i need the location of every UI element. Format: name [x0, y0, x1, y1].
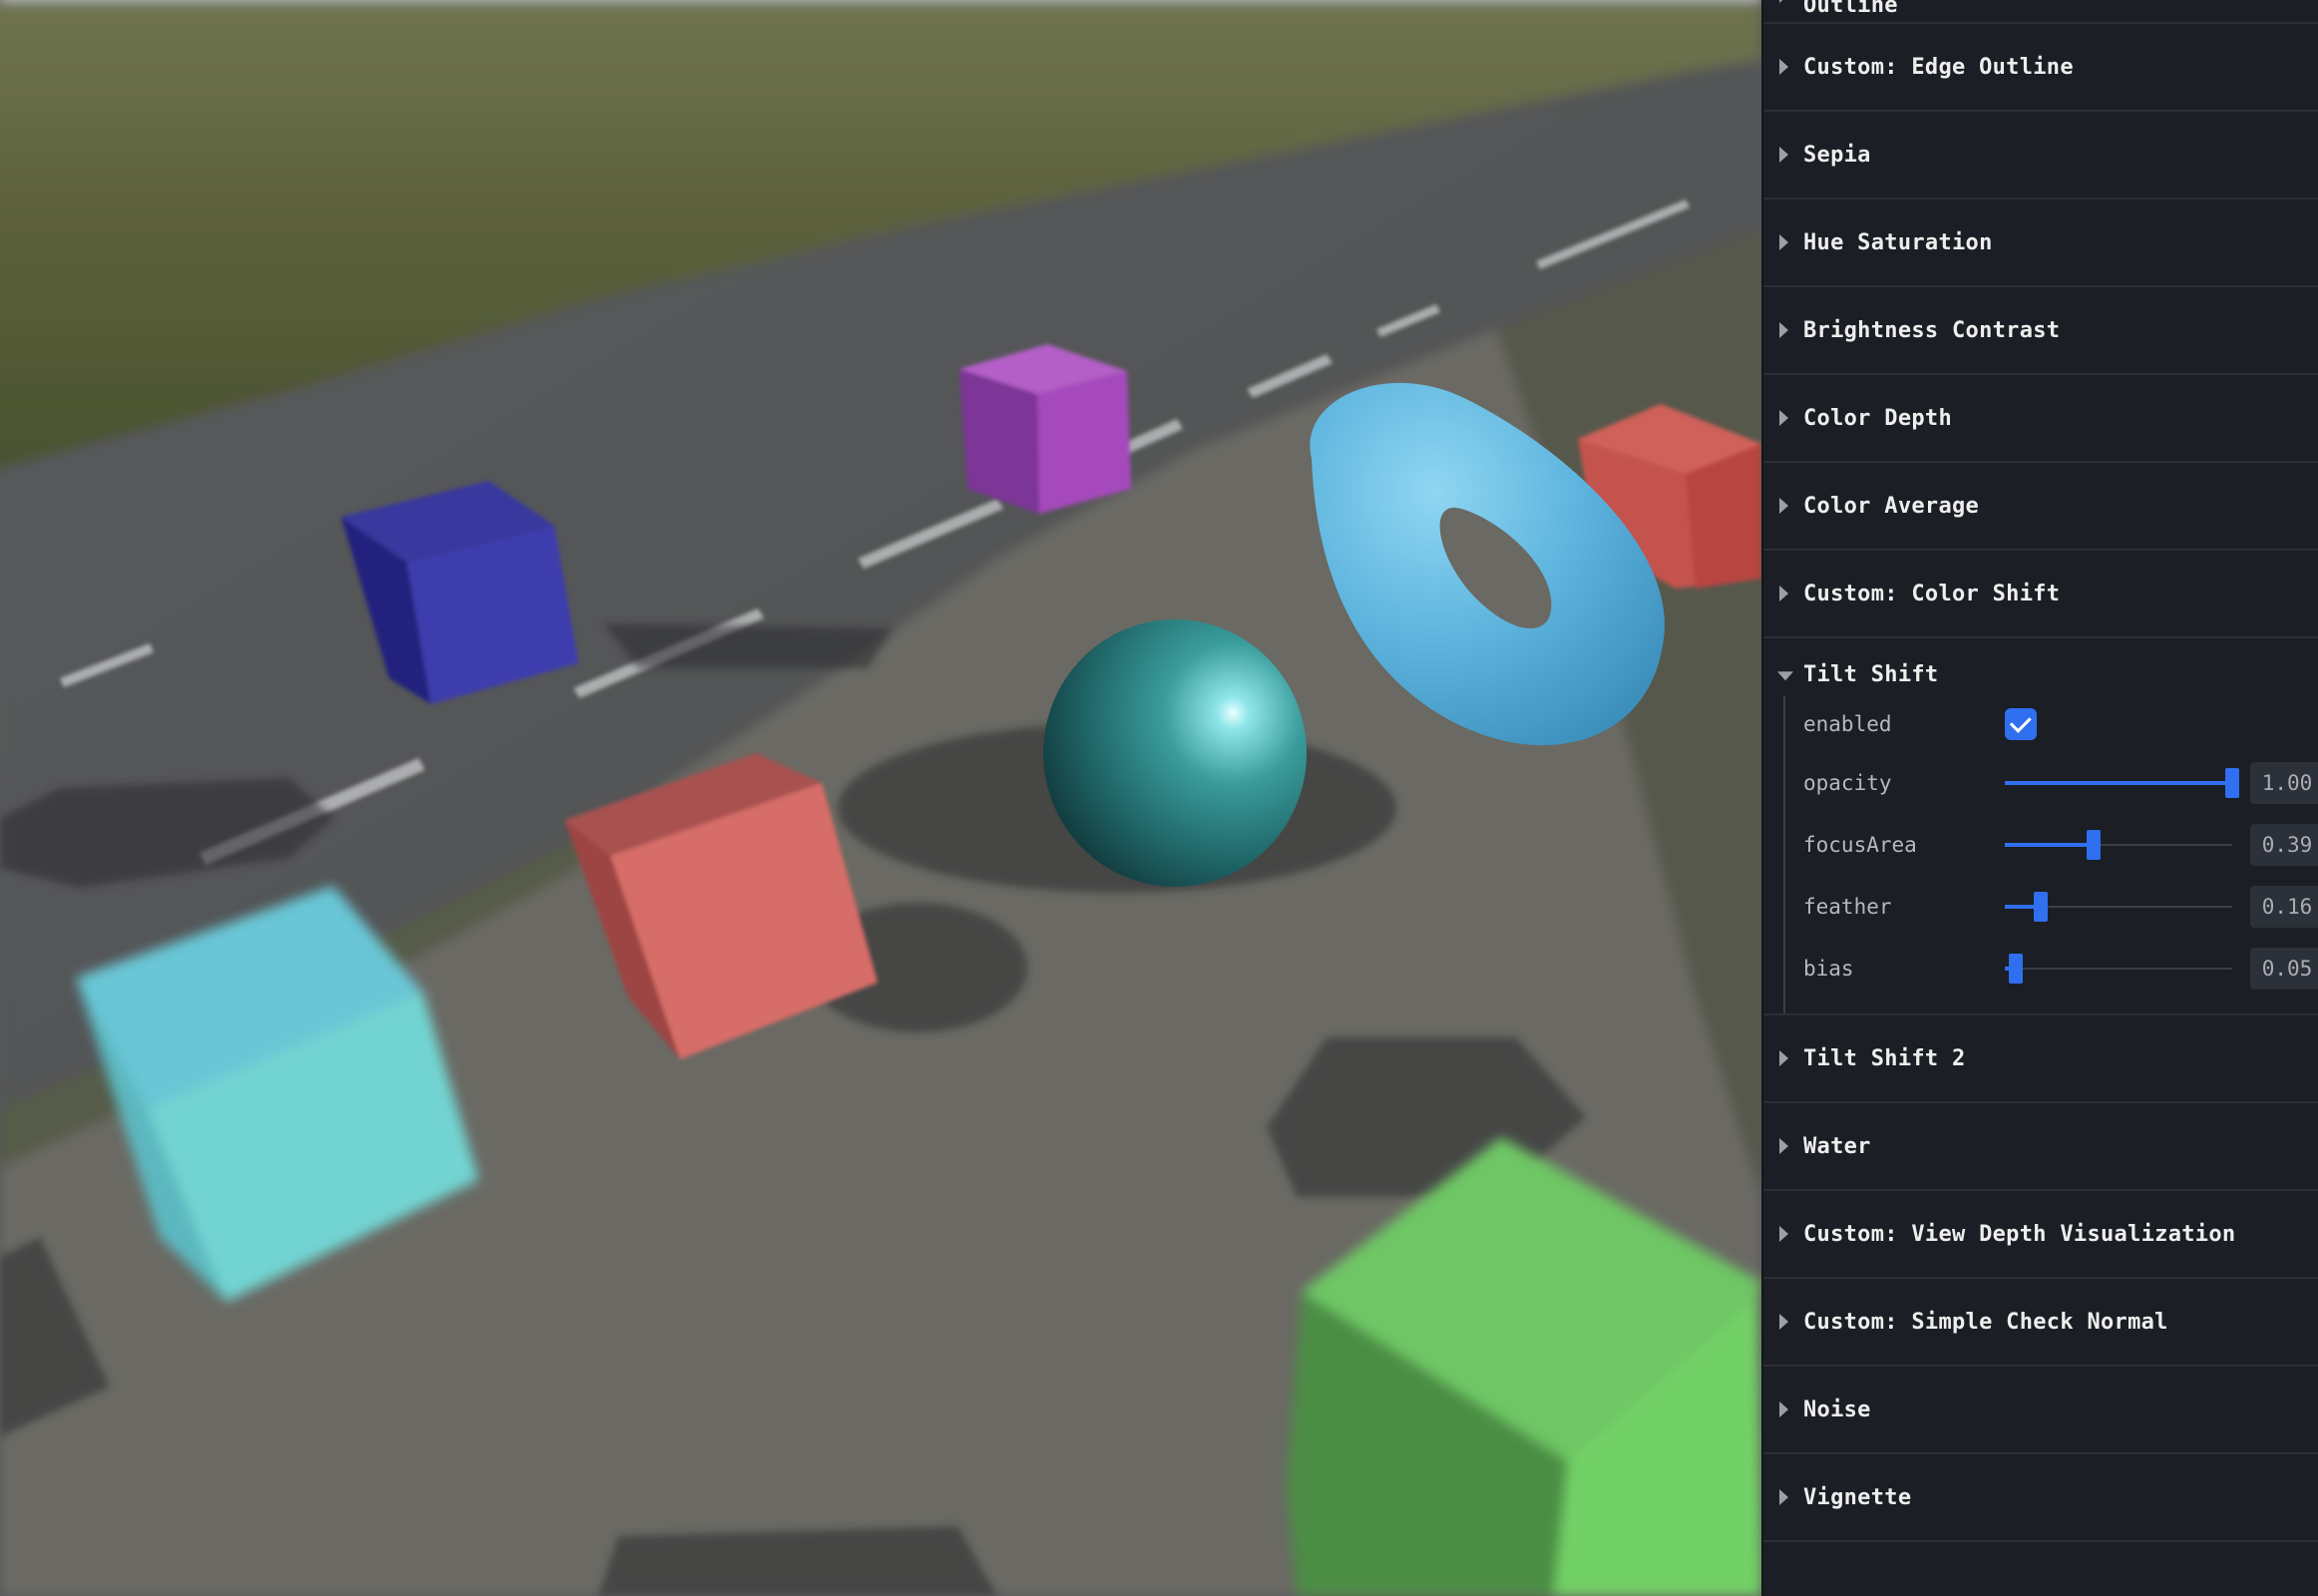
folder-title: Color Depth [1803, 405, 1952, 431]
folder-sepia: Sepia [1763, 112, 2318, 200]
control-label: feather [1803, 895, 1892, 919]
caret-down-icon [1777, 671, 1793, 681]
folder-color-average: Color Average [1763, 463, 2318, 551]
checkmark-icon [2009, 710, 2032, 733]
control-label: bias [1803, 957, 1854, 981]
folder-custom-edge-outline: Custom: Edge Outline [1763, 24, 2318, 112]
folder-header-color-average[interactable]: Color Average [1763, 463, 2318, 549]
folder-tilt-shift-2: Tilt Shift 2 [1763, 1015, 2318, 1103]
caret-right-icon [1779, 1226, 1788, 1242]
slider-handle[interactable] [2225, 768, 2239, 798]
folder-header-hue-saturation[interactable]: Hue Saturation [1763, 200, 2318, 285]
slider-handle[interactable] [2034, 892, 2049, 922]
caret-right-icon [1779, 586, 1788, 601]
folder-title: Vignette [1803, 1484, 1912, 1510]
bias-value-input[interactable]: 0.05 [2250, 948, 2318, 990]
control-enabled: enabled [1785, 696, 2318, 752]
caret-right-icon [1779, 0, 1788, 3]
folder-outline: Outline [1763, 0, 2318, 24]
opacity-slider[interactable] [2005, 768, 2239, 798]
folder-custom-color-shift: Custom: Color Shift [1763, 551, 2318, 638]
bias-slider[interactable] [2005, 954, 2232, 984]
folder-tilt-shift: Tilt Shift enabled opacity 1.00 focusAre… [1763, 638, 2318, 1015]
folder-title: Custom: View Depth Visualization [1803, 1221, 2236, 1247]
caret-right-icon [1779, 234, 1788, 250]
control-bias: bias 0.05 [1785, 938, 2318, 999]
control-label: opacity [1803, 771, 1892, 795]
folder-title: Tilt Shift [1803, 661, 1939, 687]
folder-header-custom-view-depth-visualization[interactable]: Custom: View Depth Visualization [1763, 1191, 2318, 1277]
folder-custom-simple-check-normal: Custom: Simple Check Normal [1763, 1279, 2318, 1367]
caret-right-icon [1779, 322, 1788, 338]
folder-header-custom-color-shift[interactable]: Custom: Color Shift [1763, 551, 2318, 636]
folder-title: Sepia [1803, 142, 1871, 168]
folder-title: Custom: Simple Check Normal [1803, 1309, 2168, 1335]
folder-hue-saturation: Hue Saturation [1763, 200, 2318, 287]
scene-canvas[interactable] [0, 0, 1761, 1596]
folder-title: Noise [1803, 1396, 1871, 1422]
folder-title: Brightness Contrast [1803, 317, 2061, 343]
app-root: Outline Custom: Edge Outline Sepia Hue S… [0, 0, 2318, 1596]
folder-title: Custom: Color Shift [1803, 581, 2061, 606]
slider-track [2005, 968, 2232, 970]
caret-right-icon [1779, 1489, 1788, 1505]
slider-fill [2005, 843, 2094, 847]
folder-brightness-contrast: Brightness Contrast [1763, 287, 2318, 375]
folder-title: Custom: Edge Outline [1803, 54, 2074, 80]
folder-water: Water [1763, 1103, 2318, 1191]
folder-title: Color Average [1803, 493, 1980, 519]
slider-handle[interactable] [2009, 954, 2024, 984]
focus-area-value-input[interactable]: 0.39 [2250, 824, 2318, 866]
feather-value-input[interactable]: 0.16 [2250, 886, 2318, 928]
control-label: enabled [1803, 712, 1892, 736]
folder-color-depth: Color Depth [1763, 375, 2318, 463]
slider-fill [2005, 781, 2232, 785]
folder-vignette: Vignette [1763, 1454, 2318, 1542]
caret-right-icon [1779, 1050, 1788, 1066]
caret-right-icon [1779, 410, 1788, 426]
folder-custom-view-depth-visualization: Custom: View Depth Visualization [1763, 1191, 2318, 1279]
control-label: focusArea [1803, 833, 1917, 857]
caret-right-icon [1779, 1314, 1788, 1330]
folder-header-tilt-shift[interactable]: Tilt Shift [1763, 638, 2318, 696]
folder-header-custom-edge-outline[interactable]: Custom: Edge Outline [1763, 24, 2318, 110]
postprocessing-gui-panel: Outline Custom: Edge Outline Sepia Hue S… [1761, 0, 2318, 1596]
folder-header-noise[interactable]: Noise [1763, 1367, 2318, 1452]
metal-sphere[interactable] [1043, 619, 1307, 887]
purple-cube[interactable] [960, 344, 1131, 514]
caret-right-icon [1779, 147, 1788, 163]
feather-slider[interactable] [2005, 892, 2232, 922]
folder-title: Tilt Shift 2 [1803, 1045, 1966, 1071]
folder-title: Outline [1803, 0, 1898, 18]
folder-noise: Noise [1763, 1367, 2318, 1454]
folder-header-custom-simple-check-normal[interactable]: Custom: Simple Check Normal [1763, 1279, 2318, 1365]
folder-header-color-depth[interactable]: Color Depth [1763, 375, 2318, 461]
folder-header-sepia[interactable]: Sepia [1763, 112, 2318, 198]
folder-header-water[interactable]: Water [1763, 1103, 2318, 1189]
folder-title: Water [1803, 1133, 1871, 1159]
tilt-shift-controls: enabled opacity 1.00 focusArea 0.39 feat… [1783, 696, 2318, 1013]
folder-title: Hue Saturation [1803, 229, 1993, 255]
control-opacity: opacity 1.00 [1785, 752, 2318, 814]
opacity-value-input[interactable]: 1.00 [2250, 762, 2318, 804]
caret-right-icon [1779, 498, 1788, 514]
focus-area-slider[interactable] [2005, 830, 2232, 860]
control-feather: feather 0.16 [1785, 876, 2318, 938]
folder-header-brightness-contrast[interactable]: Brightness Contrast [1763, 287, 2318, 373]
caret-right-icon [1779, 59, 1788, 75]
enabled-checkbox[interactable] [2005, 708, 2037, 740]
folder-header-vignette[interactable]: Vignette [1763, 1454, 2318, 1540]
folder-header-outline[interactable]: Outline [1763, 0, 2318, 22]
folder-header-tilt-shift-2[interactable]: Tilt Shift 2 [1763, 1015, 2318, 1101]
caret-right-icon [1779, 1138, 1788, 1154]
caret-right-icon [1779, 1401, 1788, 1417]
scene-viewport[interactable] [0, 0, 1761, 1596]
slider-handle[interactable] [2086, 830, 2101, 860]
control-focus-area: focusArea 0.39 [1785, 814, 2318, 876]
